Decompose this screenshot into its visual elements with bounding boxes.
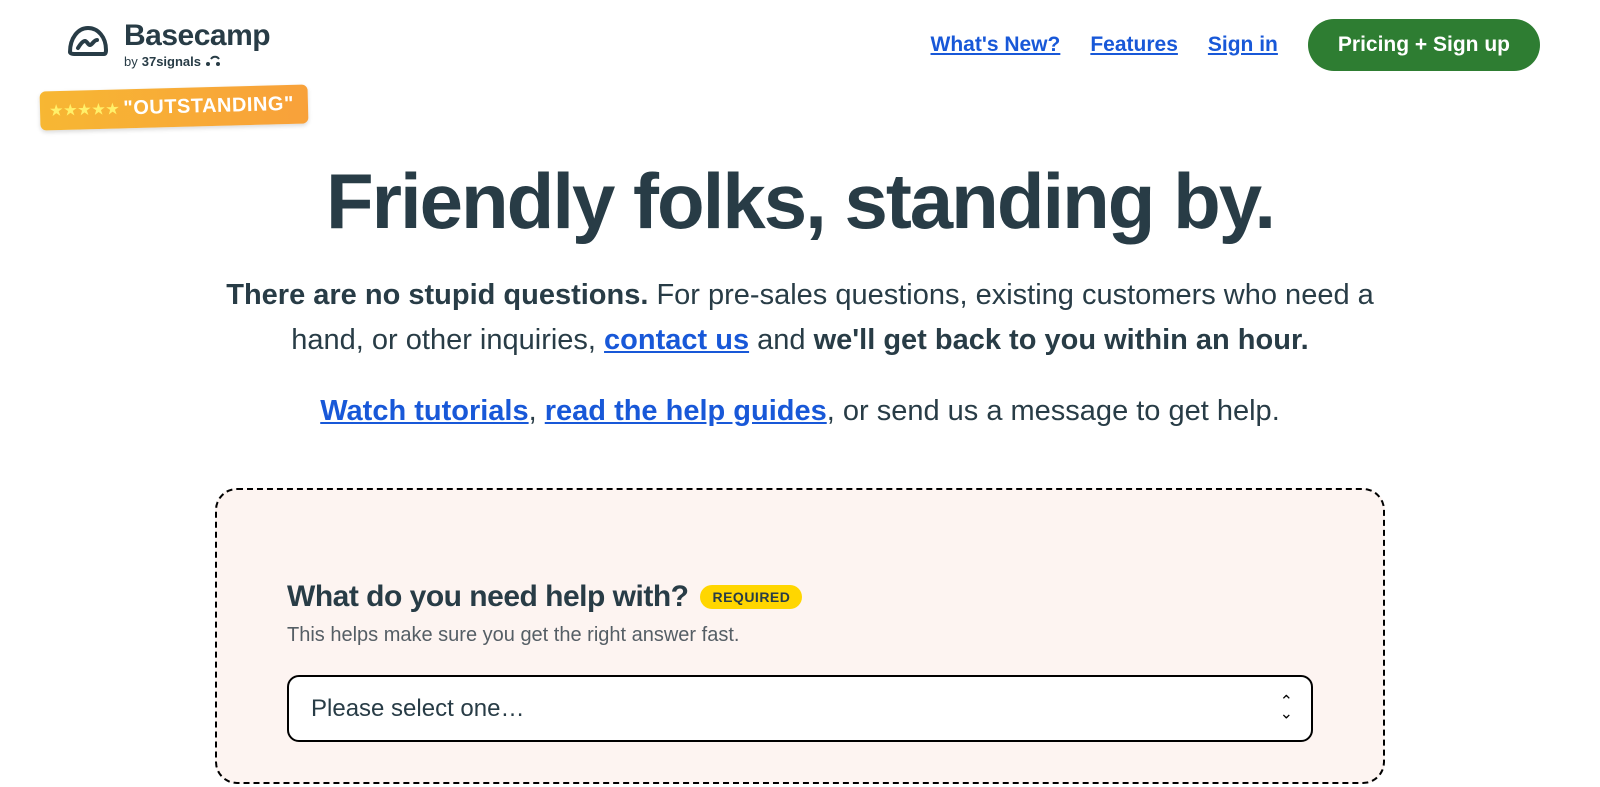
contact-us-link[interactable]: contact us xyxy=(604,324,749,356)
required-pill: REQUIRED xyxy=(700,585,802,609)
help-topic-hint: This helps make sure you get the right a… xyxy=(287,624,1313,647)
site-header: Basecamp by 37signals What's New? Featur… xyxy=(0,0,1600,71)
hero-subtitle: There are no stupid questions. For pre-s… xyxy=(195,273,1405,363)
logo-byline: by 37signals xyxy=(124,55,270,69)
hero-help-links: Watch tutorials, read the help guides, o… xyxy=(100,395,1500,428)
page-title: Friendly folks, standing by. xyxy=(100,161,1500,243)
nav-whats-new[interactable]: What's New? xyxy=(931,33,1061,57)
top-nav: What's New? Features Sign in Pricing + S… xyxy=(931,19,1541,71)
37signals-glyph-icon xyxy=(205,55,221,69)
help-topic-select[interactable]: Please select one… xyxy=(287,675,1313,742)
main-content: Friendly folks, standing by. There are n… xyxy=(0,71,1600,784)
basecamp-logo-icon xyxy=(64,18,112,71)
read-help-guides-link[interactable]: read the help guides xyxy=(545,395,827,427)
watch-tutorials-link[interactable]: Watch tutorials xyxy=(320,395,528,427)
star-rating-icon: ★ ★ ★ ★ ★ xyxy=(50,100,120,119)
help-topic-label: What do you need help with? xyxy=(287,580,688,614)
nav-features[interactable]: Features xyxy=(1090,33,1178,57)
logo-name: Basecamp xyxy=(124,21,270,51)
pricing-signup-button[interactable]: Pricing + Sign up xyxy=(1308,19,1540,71)
logo-link[interactable]: Basecamp by 37signals xyxy=(64,18,270,71)
nav-sign-in[interactable]: Sign in xyxy=(1208,33,1278,57)
badge-text: "OUTSTANDING" xyxy=(123,93,294,120)
support-form: What do you need help with? REQUIRED Thi… xyxy=(215,488,1385,784)
outstanding-badge: ★ ★ ★ ★ ★ "OUTSTANDING" xyxy=(40,84,309,130)
